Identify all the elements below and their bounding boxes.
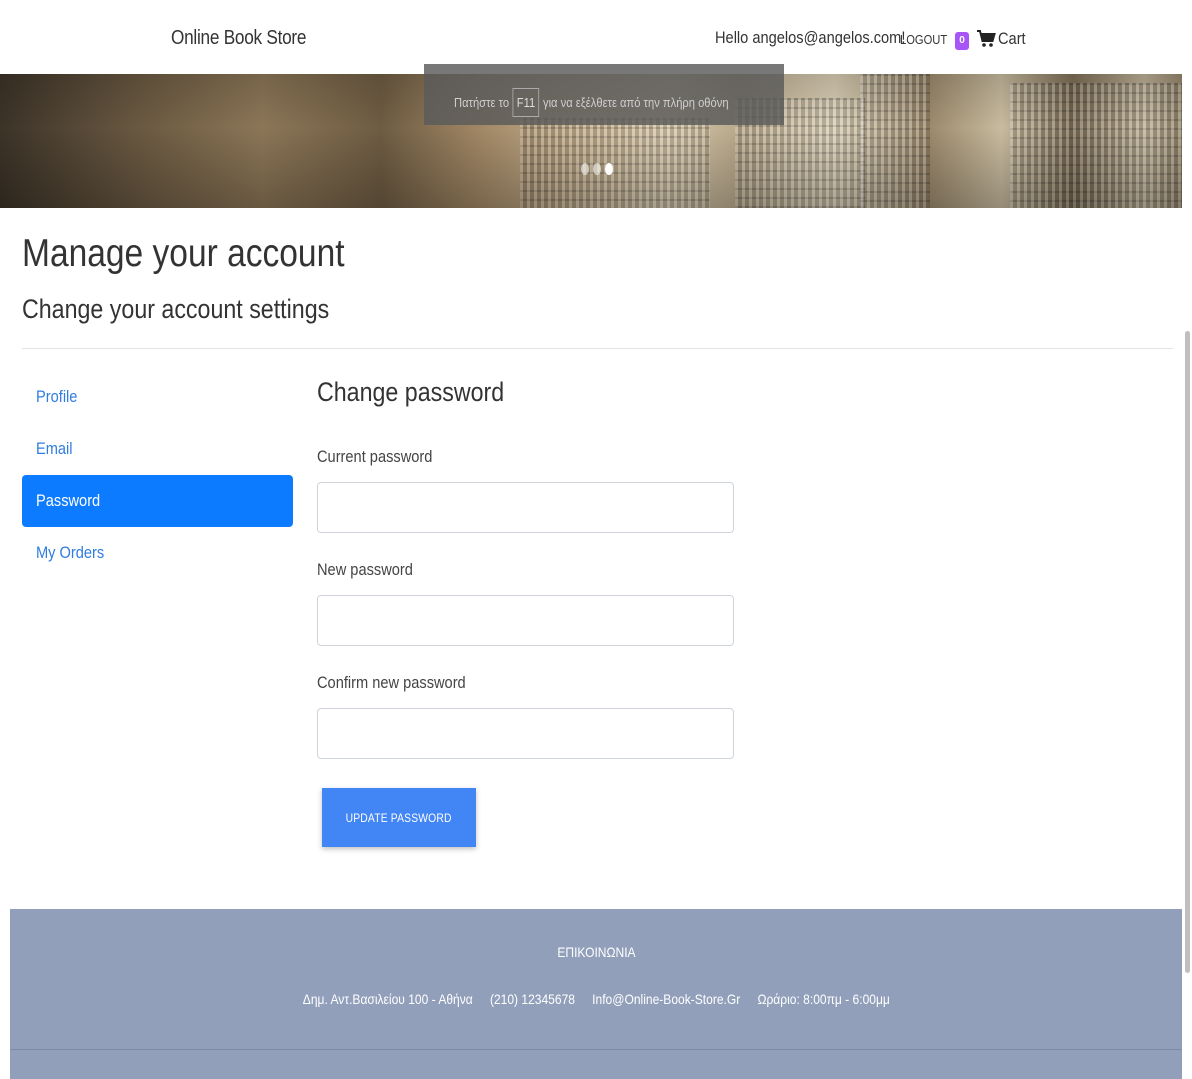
footer-address: Δημ. Αντ.Βασιλείου 100 - Αθήνα [302,991,473,1007]
footer-divider [10,1049,1182,1050]
footer-title: ΕΠΙΚΟΙΝΩΝΙΑ [10,944,1182,960]
sidenav-item-email[interactable]: Email [22,423,293,475]
cart-link[interactable]: Cart [998,29,1026,49]
f11-key: F11 [512,88,540,117]
carousel-indicator[interactable] [593,163,601,175]
sidenav-item-password[interactable]: Password [22,475,293,527]
hint-text-after: για να εξέλθετε από την πλήρη οθόνη [542,95,729,110]
footer-contact-info: Δημ. Αντ.Βασιλείου 100 - Αθήνα (210) 1234… [10,991,1182,1007]
form-title: Change password [317,377,505,407]
footer-title-text: ΕΠΙΚΟΙΝΩΝΙΑ [556,944,636,960]
divider [22,348,1173,349]
footer-phone: (210) 12345678 [489,991,575,1007]
user-email-link[interactable]: angelos@angelos.com [752,28,901,47]
current-password-input[interactable] [317,482,734,533]
hint-text-before: Πατήστε το [454,95,510,110]
new-password-input[interactable] [317,595,734,646]
sidenav-item-label: Profile [36,387,78,406]
new-password-label: New password [317,560,413,579]
confirm-password-label: Confirm new password [317,673,466,692]
top-navbar: Online Book Store Hello angelos@angelos.… [0,0,1192,74]
logout-link[interactable]: LOGOUT [900,32,947,47]
scrollbar-thumb[interactable] [1185,331,1190,973]
account-sidenav: Profile Email Password My Orders [22,371,293,579]
update-password-button-label: UPDATE PASSWORD [346,810,452,825]
fullscreen-hint-text: Πατήστε το F11 για να εξέλθετε από την πλή… [454,88,729,117]
brand-link[interactable]: Online Book Store [171,27,306,50]
sidenav-item-label: My Orders [36,543,105,562]
sidenav-item-label: Password [36,491,101,510]
footer: ΕΠΙΚΟΙΝΩΝΙΑ Δημ. Αντ.Βασιλείου 100 - Αθή… [10,909,1182,1079]
cart-icon[interactable] [976,29,996,49]
footer-hours: Ωράριο: 8:00πμ - 6:00μμ [757,991,890,1007]
sidenav-item-label: Email [36,439,73,458]
carousel-indicator-active[interactable] [605,163,613,175]
confirm-password-input[interactable] [317,708,734,759]
current-password-label: Current password [317,447,433,466]
sidenav-item-profile[interactable]: Profile [22,371,293,423]
page-subtitle: Change your account settings [22,294,330,324]
greeting-prefix: Hello [715,28,753,47]
page-title: Manage your account [22,232,345,275]
cart-count-badge: 0 [955,32,969,50]
sidenav-item-my-orders[interactable]: My Orders [22,527,293,579]
update-password-button[interactable]: UPDATE PASSWORD [322,788,476,847]
footer-email[interactable]: Info@Online-Book-Store.Gr [592,991,740,1007]
carousel-indicator[interactable] [581,163,589,175]
carousel-indicators [581,163,613,175]
